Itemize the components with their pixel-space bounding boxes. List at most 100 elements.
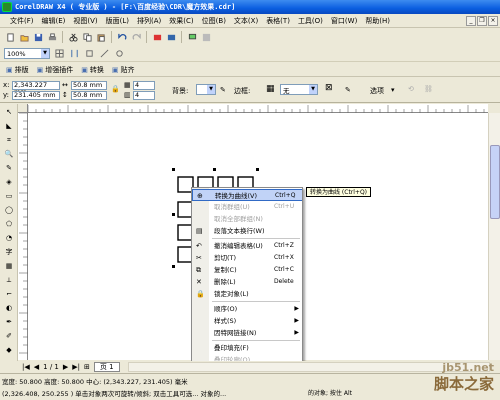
vertical-ruler[interactable] (18, 112, 28, 360)
dimension-tool-icon[interactable]: ⟂ (2, 274, 16, 286)
chevron-down-icon[interactable]: ▾ (391, 86, 395, 94)
options-button[interactable] (113, 48, 125, 60)
menu-item[interactable]: 文件(F) (6, 16, 38, 26)
connector-tool-icon[interactable]: ⌐ (2, 288, 16, 300)
export-button[interactable] (165, 31, 177, 43)
cut-button[interactable] (67, 31, 79, 43)
pen-icon[interactable]: ✎ (345, 86, 351, 94)
menu-item-label: 取消群组(U) (214, 203, 250, 211)
context-menu-item[interactable]: 叠印填充(F) (192, 342, 302, 354)
restore-icon[interactable]: ❐ (477, 16, 487, 26)
eyedropper-tool-icon[interactable]: ✒ (2, 316, 16, 328)
context-menu-item[interactable]: ✕ 删除(L) Delete (192, 276, 302, 288)
border-width-select[interactable]: 无 ▼ (280, 84, 318, 95)
copy-button[interactable] (81, 31, 93, 43)
snap-to-objects-button[interactable] (83, 48, 95, 60)
zoom-level-select[interactable]: 100% ▼ (4, 48, 50, 59)
height-field[interactable]: 50.8 mm (71, 91, 107, 100)
context-menu-item[interactable]: ✂ 剪切(T) Ctrl+X (192, 252, 302, 264)
menu-item[interactable]: 编辑(E) (38, 16, 70, 26)
pick-tool-icon[interactable]: ↖ (2, 106, 16, 118)
menu-item[interactable]: 窗口(W) (327, 16, 361, 26)
menu-item[interactable]: 帮助(H) (361, 16, 394, 26)
page-tab[interactable]: 页 1 (93, 362, 120, 372)
edit-fill-icon[interactable]: ✎ (220, 86, 226, 94)
context-menu-item[interactable]: 样式(S) ▶ (192, 315, 302, 327)
border-color-icon[interactable]: ⊠ (325, 83, 333, 93)
horizontal-ruler[interactable] (27, 104, 488, 113)
menu-item[interactable]: 视图(V) (69, 16, 101, 26)
menu-item[interactable]: 版面(L) (102, 16, 133, 26)
x-position-field[interactable]: 2,343.227 mm (12, 81, 60, 96)
menu-item[interactable]: 表格(T) (262, 16, 294, 26)
menu-item[interactable]: 排列(A) (133, 16, 165, 26)
ruler-origin[interactable] (18, 104, 28, 113)
link-icon[interactable]: ⛓ (424, 85, 433, 93)
table-tool-icon[interactable]: ▦ (2, 260, 16, 272)
options-label[interactable]: 选项 (370, 86, 384, 96)
status-hint: (2,326.408, 250.255 ) 单击对象两次可旋转/倾斜; 双击工具… (2, 388, 226, 398)
plugin-button[interactable]: ▣ 贴齐 (112, 65, 135, 75)
snap-to-grid-button[interactable] (53, 48, 65, 60)
plugin-button[interactable]: ▣ 排版 (6, 65, 29, 75)
rows-field[interactable]: 4 (133, 81, 155, 90)
new-document-button[interactable] (4, 31, 16, 43)
basic-shapes-icon[interactable]: ◔ (2, 232, 16, 244)
next-page-icon[interactable]: ▶ (63, 363, 68, 371)
horizontal-scrollbar[interactable] (127, 362, 490, 372)
context-menu-item[interactable]: ↶ 撤消编辑表格(U) Ctrl+Z (192, 240, 302, 252)
freehand-tool-icon[interactable]: ✎ (2, 162, 16, 174)
background-color-select[interactable]: ▼ (196, 84, 216, 95)
application-launcher-button[interactable] (186, 31, 198, 43)
puzzle-icon: ▣ (36, 65, 44, 74)
columns-field[interactable]: 4 (133, 91, 155, 100)
blend-tool-icon[interactable]: ◐ (2, 302, 16, 314)
import-button[interactable] (151, 31, 163, 43)
context-menu-item[interactable]: ⧉ 复制(C) Ctrl+C (192, 264, 302, 276)
save-button[interactable] (32, 31, 44, 43)
paste-button[interactable] (95, 31, 107, 43)
plugin-button[interactable]: ▣ 增强插件 (37, 65, 74, 75)
undo-button[interactable] (116, 31, 128, 43)
submenu-arrow-icon: ▶ (294, 329, 299, 336)
last-page-icon[interactable]: ▶| (72, 363, 80, 371)
context-menu-item[interactable]: ⊕ 转换为曲线(V) Ctrl+Q (192, 189, 302, 201)
lock-ratio-icon[interactable]: 🔒 (111, 85, 120, 93)
crop-tool-icon[interactable]: ⌗ (2, 134, 16, 146)
close-icon[interactable]: × (488, 16, 498, 26)
outline-tool-icon[interactable]: ✐ (2, 330, 16, 342)
context-menu-item[interactable]: 🔒 锁定对象(L) (192, 288, 302, 300)
plugin-button[interactable]: ▣ 转换 (81, 65, 104, 75)
rectangle-tool-icon[interactable]: ▭ (2, 190, 16, 202)
snap-to-guidelines-button[interactable] (68, 48, 80, 60)
minimize-icon[interactable]: _ (466, 16, 476, 26)
menu-item[interactable]: 位图(B) (198, 16, 230, 26)
text-tool-icon[interactable]: 字 (2, 246, 16, 258)
prev-page-icon[interactable]: ◀ (34, 363, 39, 371)
first-page-icon[interactable]: |◀ (22, 363, 30, 371)
fill-tool-icon[interactable]: ◆ (2, 344, 16, 356)
border-grid-icon[interactable]: ▦ (266, 84, 275, 94)
vertical-scrollbar[interactable] (488, 113, 500, 360)
smart-fill-icon[interactable]: ◈ (2, 176, 16, 188)
open-button[interactable] (18, 31, 30, 43)
redo-button[interactable] (130, 31, 142, 43)
print-button[interactable] (46, 31, 58, 43)
shape-tool-icon[interactable]: ◣ (2, 120, 16, 132)
welcome-screen-button[interactable] (200, 31, 212, 43)
add-page-icon[interactable]: ⊞ (84, 363, 90, 371)
context-menu-item[interactable]: ▤ 段落文本换行(W) (192, 225, 302, 237)
context-menu-item[interactable]: 顺序(O) ▶ (192, 303, 302, 315)
y-position-field[interactable]: 231.405 mm (12, 91, 60, 100)
zoom-tool-icon[interactable]: 🔍 (2, 148, 16, 160)
dynamic-guides-button[interactable] (98, 48, 110, 60)
width-field[interactable]: 50.8 mm (71, 81, 107, 90)
context-menu-item[interactable]: 因特网链接(N) ▶ (192, 327, 302, 339)
polygon-tool-icon[interactable]: ⬠ (2, 218, 16, 230)
menu-item[interactable]: 文本(X) (230, 16, 262, 26)
wrap-text-icon[interactable]: ⟲ (408, 85, 414, 93)
ellipse-tool-icon[interactable]: ◯ (2, 204, 16, 216)
scrollbar-thumb[interactable] (490, 145, 500, 219)
menu-item[interactable]: 效果(C) (165, 16, 197, 26)
menu-item[interactable]: 工具(O) (294, 16, 327, 26)
